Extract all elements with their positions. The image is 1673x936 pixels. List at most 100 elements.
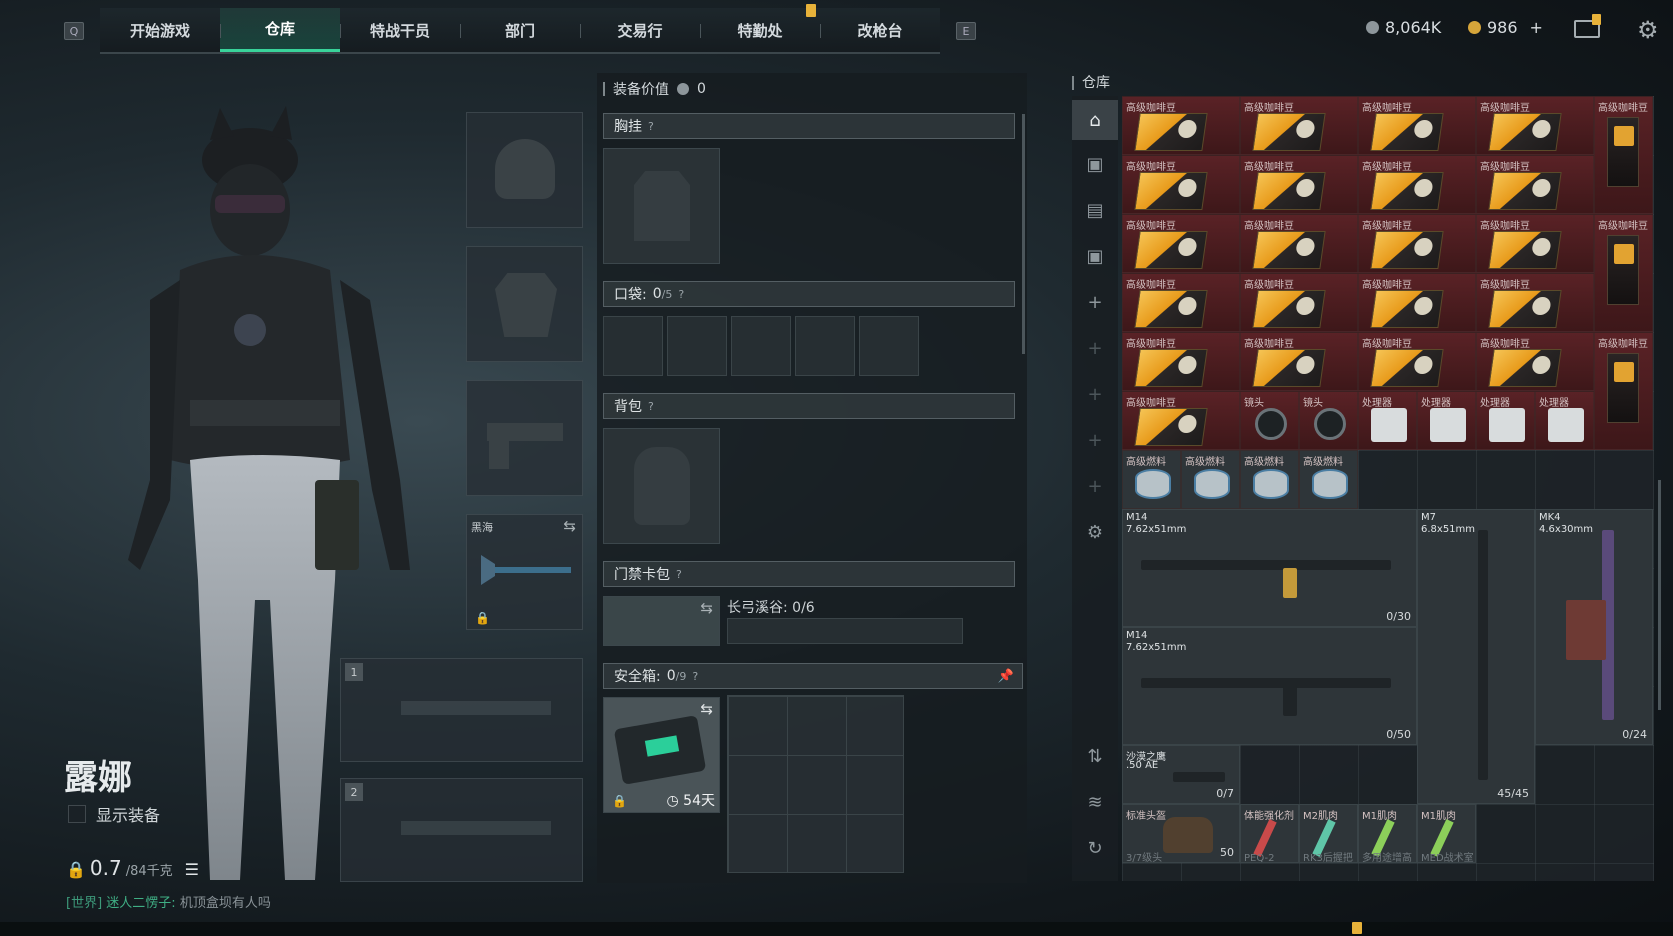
pocket-slot[interactable] <box>859 316 919 376</box>
coffee-item[interactable]: 高级咖啡豆 <box>1122 273 1240 332</box>
warehouse-grid[interactable]: 高级咖啡豆 高级咖啡豆 高级咖啡豆 高级咖啡豆 高级咖啡豆 高级咖啡豆 高级咖啡… <box>1122 96 1654 881</box>
cpu-item[interactable]: 处理器 <box>1358 391 1417 450</box>
loadout-scrollbar[interactable] <box>1022 114 1025 354</box>
tab-settings-gear-icon[interactable]: ⚙ <box>1072 512 1118 552</box>
primary-weapon-slot-2[interactable]: 2 <box>340 778 583 882</box>
primary-weapon-slot-1[interactable]: 1 <box>340 658 583 762</box>
coffee-item[interactable]: 高级咖啡豆 <box>1122 96 1240 155</box>
next-tab-key-hint[interactable]: E <box>956 22 976 40</box>
coffee-item[interactable]: 高级咖啡豆 <box>1358 96 1476 155</box>
help-icon[interactable]: ? <box>648 120 654 133</box>
armor-slot[interactable] <box>466 246 583 362</box>
coffee-item[interactable]: 高级咖啡豆 <box>1358 214 1476 273</box>
weight-list-icon[interactable]: ☰ <box>185 860 199 879</box>
lens-item[interactable]: 镜头 <box>1240 391 1299 450</box>
coffee-item[interactable]: 高级咖啡豆 <box>1476 332 1594 391</box>
add-tab-icon[interactable]: + <box>1072 328 1118 368</box>
coffee-item[interactable]: 高级咖啡豆 <box>1122 214 1240 273</box>
help-icon[interactable]: ? <box>676 568 682 581</box>
coffee-item[interactable]: 高级咖啡豆 <box>1240 214 1358 273</box>
pocket-slot[interactable] <box>603 316 663 376</box>
fuel-item[interactable]: 高级燃料 <box>1181 450 1240 509</box>
layers-icon[interactable]: ≋ <box>1072 782 1118 822</box>
coffee-item[interactable]: 高级咖啡豆 <box>1476 155 1594 214</box>
weapon-item-mk4[interactable]: MK4 4.6x30mm 0/24 <box>1535 509 1653 745</box>
coffee-item[interactable]: 高级咖啡豆 <box>1476 273 1594 332</box>
keycard-case-slot[interactable]: ⇆ <box>603 596 720 646</box>
cpu-item[interactable]: 处理器 <box>1476 391 1535 450</box>
coffee-item-tall[interactable]: 高级咖啡豆 <box>1594 332 1653 450</box>
tab-department[interactable]: 部门 <box>460 8 580 52</box>
swap-icon[interactable]: ⇆ <box>700 599 713 617</box>
coffee-item[interactable]: 高级咖啡豆 <box>1358 332 1476 391</box>
stim-item[interactable]: M2肌肉 RK3后握把 <box>1299 804 1358 863</box>
lens-item[interactable]: 镜头 <box>1299 391 1358 450</box>
weapon-item-desert-eagle[interactable]: 沙漠之鹰 .50 AE 0/7 <box>1122 745 1240 804</box>
coffee-item[interactable]: 高级咖啡豆 <box>1122 332 1240 391</box>
coffee-item-tall[interactable]: 高级咖啡豆 <box>1594 96 1653 214</box>
coffee-item[interactable]: 高级咖啡豆 <box>1358 273 1476 332</box>
help-icon[interactable]: ? <box>678 288 684 301</box>
chest-rig-slot[interactable] <box>603 148 720 264</box>
show-equipment-checkbox[interactable] <box>68 805 86 823</box>
safebox-slot[interactable]: ⇆ 🔒 ◷ 54天 <box>603 697 720 813</box>
add-tab-icon[interactable]: + <box>1072 466 1118 506</box>
coffee-item[interactable]: 高级咖啡豆 <box>1476 214 1594 273</box>
tab-gunsmith[interactable]: 改枪台 <box>820 8 940 52</box>
fuel-item[interactable]: 高级燃料 <box>1299 450 1358 509</box>
tab-trading[interactable]: 交易行 <box>580 8 700 52</box>
swap-icon[interactable]: ⇆ <box>700 700 713 718</box>
storage-tab-3-icon[interactable]: ▤ <box>1072 190 1118 230</box>
help-icon[interactable]: ? <box>648 400 654 413</box>
swap-icon[interactable]: ⇆ <box>563 517 576 535</box>
coffee-item[interactable]: 高级咖啡豆 <box>1476 96 1594 155</box>
pocket-slot[interactable] <box>731 316 791 376</box>
weapon-item-m14[interactable]: M14 7.62x51mm 0/50 <box>1122 627 1417 745</box>
backpack-slot[interactable] <box>603 428 720 544</box>
coffee-item[interactable]: 高级咖啡豆 <box>1240 155 1358 214</box>
weapon-item-m7[interactable]: M7 6.8x51mm 45/45 <box>1417 509 1535 804</box>
keycard-slots[interactable] <box>727 618 963 644</box>
melee-slot[interactable]: 黑海 ⇆ 🔒 <box>466 514 583 630</box>
add-tab-icon[interactable]: + <box>1072 420 1118 460</box>
coffee-item[interactable]: 高级咖啡豆 <box>1358 155 1476 214</box>
stim-item[interactable]: M1肌肉 多用途增高 <box>1358 804 1417 863</box>
recycle-icon[interactable]: ↻ <box>1072 828 1118 868</box>
home-storage-icon[interactable]: ⌂ <box>1072 100 1118 140</box>
tab-warehouse[interactable]: 仓库 <box>220 8 340 52</box>
helmet-slot[interactable] <box>466 112 583 228</box>
coffee-item[interactable]: 高级咖啡豆 <box>1240 273 1358 332</box>
cpu-item[interactable]: 处理器 <box>1535 391 1594 450</box>
coffee-item-tall[interactable]: 高级咖啡豆 <box>1594 214 1653 332</box>
pocket-slot[interactable] <box>667 316 727 376</box>
safebox-grid[interactable] <box>727 695 904 873</box>
pistol-slot[interactable] <box>466 380 583 496</box>
cpu-item[interactable]: 处理器 <box>1417 391 1476 450</box>
settings-gear-icon[interactable]: ⚙ <box>1637 16 1659 44</box>
tab-operators[interactable]: 特战干员 <box>340 8 460 52</box>
add-tab-icon[interactable]: + <box>1072 282 1118 322</box>
fuel-item[interactable]: 高级燃料 <box>1122 450 1181 509</box>
world-chat-line[interactable]: [世界] 迷人二愣子: 机顶盒坝有人吗 <box>66 892 271 911</box>
show-equipment-toggle[interactable]: 显示装备 <box>68 802 160 826</box>
tab-start-game[interactable]: 开始游戏 <box>100 8 220 52</box>
fuel-item[interactable]: 高级燃料 <box>1240 450 1299 509</box>
add-tab-icon[interactable]: + <box>1072 374 1118 414</box>
tab-special-ops[interactable]: 特勤处 <box>700 8 820 52</box>
weapon-item-m14[interactable]: M14 7.62x51mm 0/30 <box>1122 509 1417 627</box>
helmet-item[interactable]: 标准头盔 50 3/7级头 <box>1122 804 1240 863</box>
prev-tab-key-hint[interactable]: Q <box>64 22 84 40</box>
sort-icon[interactable]: ⇅ <box>1072 736 1118 776</box>
coffee-item[interactable]: 高级咖啡豆 <box>1240 332 1358 391</box>
coffee-item[interactable]: 高级咖啡豆 <box>1240 96 1358 155</box>
coffee-item[interactable]: 高级咖啡豆 <box>1122 155 1240 214</box>
pin-icon[interactable]: 📌 <box>998 669 1014 684</box>
coffee-item[interactable]: 高级咖啡豆 <box>1122 391 1240 450</box>
stim-item[interactable]: M1肌肉 MED战术室 全景红点 <box>1417 804 1476 863</box>
stim-item[interactable]: 体能强化剂 PEQ-2 <box>1240 804 1299 863</box>
help-icon[interactable]: ? <box>692 670 698 683</box>
pocket-slot[interactable] <box>795 316 855 376</box>
add-currency-button[interactable]: + <box>1530 18 1543 37</box>
warehouse-scrollbar[interactable] <box>1658 480 1661 710</box>
storage-tab-2-icon[interactable]: ▣ <box>1072 144 1118 184</box>
